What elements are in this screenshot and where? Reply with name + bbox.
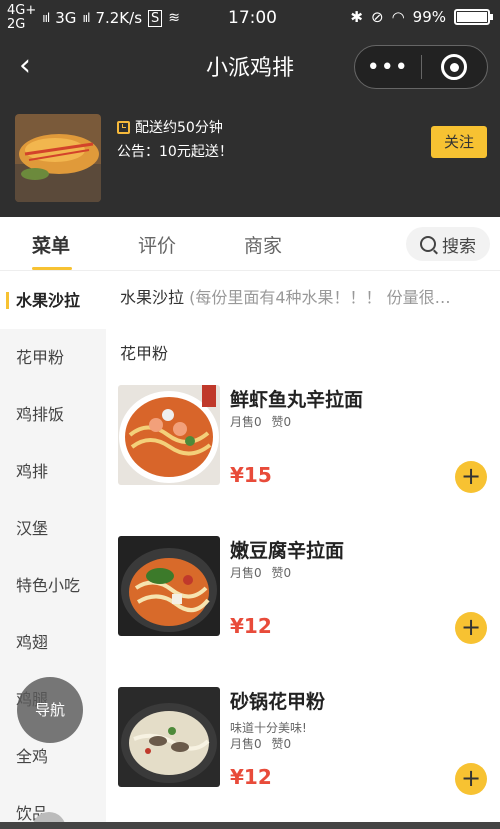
signal-bars-icon-2: ııl [82,11,90,25]
search-button[interactable]: 搜索 [406,227,490,261]
delivery-info: 配送约50分钟 [117,117,223,137]
battery-fill [457,12,487,22]
network-indicator: 4G+ 2G [7,4,36,32]
close-target-icon [441,54,468,80]
add-to-cart-button[interactable]: + [455,763,487,795]
product-item[interactable]: 嫩豆腐辛拉面 月售0 赞0 ¥12 + [118,536,500,646]
tab-reviews[interactable]: 评价 [138,231,176,258]
product-name: 嫩豆腐辛拉面 [230,540,345,562]
tab-menu[interactable]: 菜单 [32,231,70,258]
clock-icon [117,120,130,134]
product-list: 水果沙拉 (每份里面有4种水果！！！ 份量很… 花甲粉 鲜虾鱼丸辛拉面 月售0 … [106,272,500,829]
add-to-cart-button[interactable]: + [455,461,487,493]
delivery-time: 配送约50分钟 [135,120,223,136]
sidebar-item-fruit-salad[interactable]: 水果沙拉 [0,272,106,329]
speed-label: 7.2K/s [95,9,143,27]
add-to-cart-button[interactable]: + [455,612,487,644]
follow-button[interactable]: 关注 [431,126,487,158]
sim-icon: S [148,9,163,27]
category-title: 水果沙拉 [120,288,185,307]
category-sidebar: 水果沙拉 花甲粉 鸡排饭 鸡排 汉堡 特色小吃 鸡翅 鸡腿 全鸡 饮品 [0,272,106,829]
header-area: 4G+ 2G ııl 3G ııl 7.2K/s S ≋ 17:00 ✱ ⊘ ◠… [0,0,500,217]
mini-program-capsule: ••• [354,45,488,89]
category-header-fruit-salad: 水果沙拉 (每份里面有4种水果！！！ 份量很… [120,284,490,308]
product-description: 味道十分美味! [230,721,307,735]
product-sales: 月售0 赞0 [230,735,291,752]
active-tab-indicator [32,267,72,270]
product-sales: 月售0 赞0 [230,564,291,581]
likes-count: 赞0 [271,566,292,580]
product-price: ¥12 [230,614,272,638]
sidebar-item-wings[interactable]: 鸡翅 [0,614,106,671]
battery-percent: 99% [412,8,446,26]
bluetooth-icon: ✱ [350,8,363,26]
storage-icon: ≋ [168,10,181,26]
shop-notice: 公告：10元起送！ [117,144,233,160]
product-price: ¥15 [230,463,272,487]
sidebar-item-chicken-rice[interactable]: 鸡排饭 [0,386,106,443]
clock-time: 17:00 [228,8,277,28]
navigation-float-button[interactable]: 导航 [17,677,83,743]
tab-merchant[interactable]: 商家 [244,231,282,258]
product-price: ¥12 [230,765,272,789]
sidebar-item-burger[interactable]: 汉堡 [0,500,106,557]
product-item[interactable]: 鲜虾鱼丸辛拉面 月售0 赞0 ¥15 + [118,385,500,495]
status-bar: 4G+ 2G ııl 3G ııl 7.2K/s S ≋ 17:00 ✱ ⊘ ◠… [0,0,500,36]
product-name: 砂锅花甲粉 [230,691,326,713]
more-button[interactable]: ••• [355,55,421,80]
product-sales: 月售0 赞0 [230,413,291,430]
tab-bar: 菜单 评价 商家 搜索 [0,217,500,271]
signal-top-label: 4G+ [7,3,37,18]
signal-bars-icon: ııl [42,11,50,25]
product-name: 鲜虾鱼丸辛拉面 [230,389,364,411]
likes-count: 赞0 [271,737,292,751]
monthly-sales: 月售0 [230,737,262,751]
shop-info: 配送约50分钟 公告：10元起送！ 关注 [15,114,487,202]
wifi-icon: ◠ [391,8,405,26]
network-3g-label: 3G [55,9,77,27]
product-image [118,687,220,787]
sidebar-item-chicken-steak[interactable]: 鸡排 [0,443,106,500]
product-item[interactable]: 砂锅花甲粉 味道十分美味! 月售0 赞0 ¥12 + [118,687,500,797]
sidebar-item-snacks[interactable]: 特色小吃 [0,557,106,614]
category-description: (每份里面有4种水果！！！ 份量很… [189,288,451,307]
category-header-clam-noodles: 花甲粉 [120,344,169,363]
likes-count: 赞0 [271,415,292,429]
search-icon [420,236,436,252]
product-image [118,536,220,636]
mute-icon: ⊘ [370,8,384,26]
search-label: 搜索 [442,236,476,257]
shop-logo [15,114,101,202]
signal-bottom-label: 2G [7,17,26,32]
monthly-sales: 月售0 [230,566,262,580]
bottom-bar [0,822,500,829]
sidebar-item-clam-noodles[interactable]: 花甲粉 [0,329,106,386]
nav-bar: ‹ 小派鸡排 ••• [0,36,500,96]
battery-icon [454,9,493,25]
status-left: 4G+ 2G ııl 3G ııl 7.2K/s S ≋ [7,4,180,32]
status-right: ✱ ⊘ ◠ 99% [350,8,493,26]
close-button[interactable] [422,54,488,80]
product-image [118,385,220,485]
monthly-sales: 月售0 [230,415,262,429]
